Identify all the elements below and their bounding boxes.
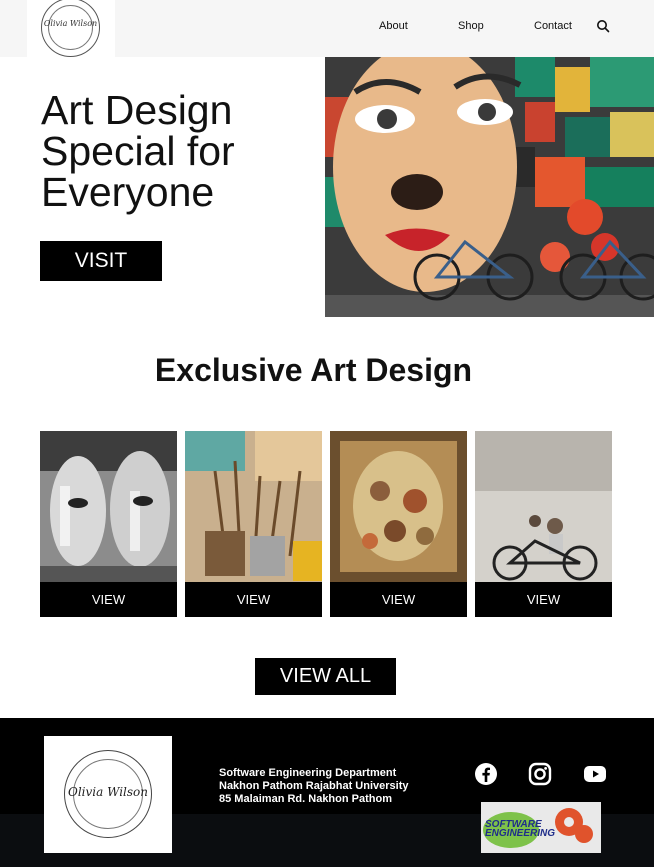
- instagram-icon[interactable]: [528, 762, 552, 786]
- nav-contact-link[interactable]: Contact: [534, 20, 572, 32]
- hero-title-line3: Everyone: [41, 169, 215, 215]
- footer: Olivia Wilson Software Engineering Depar…: [0, 718, 654, 867]
- visit-button[interactable]: VISIT: [40, 241, 162, 281]
- footer-address: Software Engineering Department Nakhon P…: [219, 767, 409, 806]
- youtube-icon[interactable]: [583, 762, 607, 786]
- card-image-bicycle-mural[interactable]: [475, 431, 612, 582]
- logo-emblem: Olivia Wilson: [41, 0, 100, 57]
- section-title: Exclusive Art Design: [154, 352, 473, 388]
- hero-image-street-mural: [325, 57, 654, 317]
- view-button[interactable]: VIEW: [185, 582, 322, 617]
- view-button[interactable]: VIEW: [475, 582, 612, 617]
- view-button[interactable]: VIEW: [40, 582, 177, 617]
- view-button[interactable]: VIEW: [330, 582, 467, 617]
- nav-shop-link[interactable]: Shop: [458, 20, 484, 32]
- hero-title: Art Design Special for Everyone: [41, 90, 311, 213]
- art-card: VIEW: [185, 431, 322, 617]
- card-image-baroque-ceiling[interactable]: [330, 431, 467, 582]
- art-card: VIEW: [40, 431, 177, 617]
- software-engineering-logo[interactable]: SOFTWARE ENGINEERING: [481, 802, 601, 853]
- top-nav: Olivia Wilson About Shop Contact: [0, 0, 654, 57]
- card-image-paint-brushes[interactable]: [185, 431, 322, 582]
- view-all-button[interactable]: VIEW ALL: [255, 658, 396, 695]
- hero-title-line1: Art Design: [41, 87, 233, 133]
- hero-title-line2: Special for: [41, 128, 235, 174]
- logo-emblem: Olivia Wilson: [64, 750, 152, 838]
- se-logo-text: SOFTWARE ENGINEERING: [485, 819, 556, 839]
- search-icon[interactable]: [596, 19, 610, 33]
- facebook-icon[interactable]: [474, 762, 498, 786]
- footer-brand-logo[interactable]: Olivia Wilson: [44, 736, 172, 853]
- address-line: Software Engineering Department: [219, 767, 397, 779]
- card-image-faces-mural[interactable]: [40, 431, 177, 582]
- art-card: VIEW: [475, 431, 612, 617]
- address-line: 85 Malaiman Rd. Nakhon Pathom: [219, 793, 392, 805]
- nav-about-link[interactable]: About: [379, 20, 408, 32]
- brand-logo[interactable]: Olivia Wilson: [27, 0, 115, 57]
- art-card: VIEW: [330, 431, 467, 617]
- address-line: Nakhon Pathom Rajabhat University: [219, 780, 409, 792]
